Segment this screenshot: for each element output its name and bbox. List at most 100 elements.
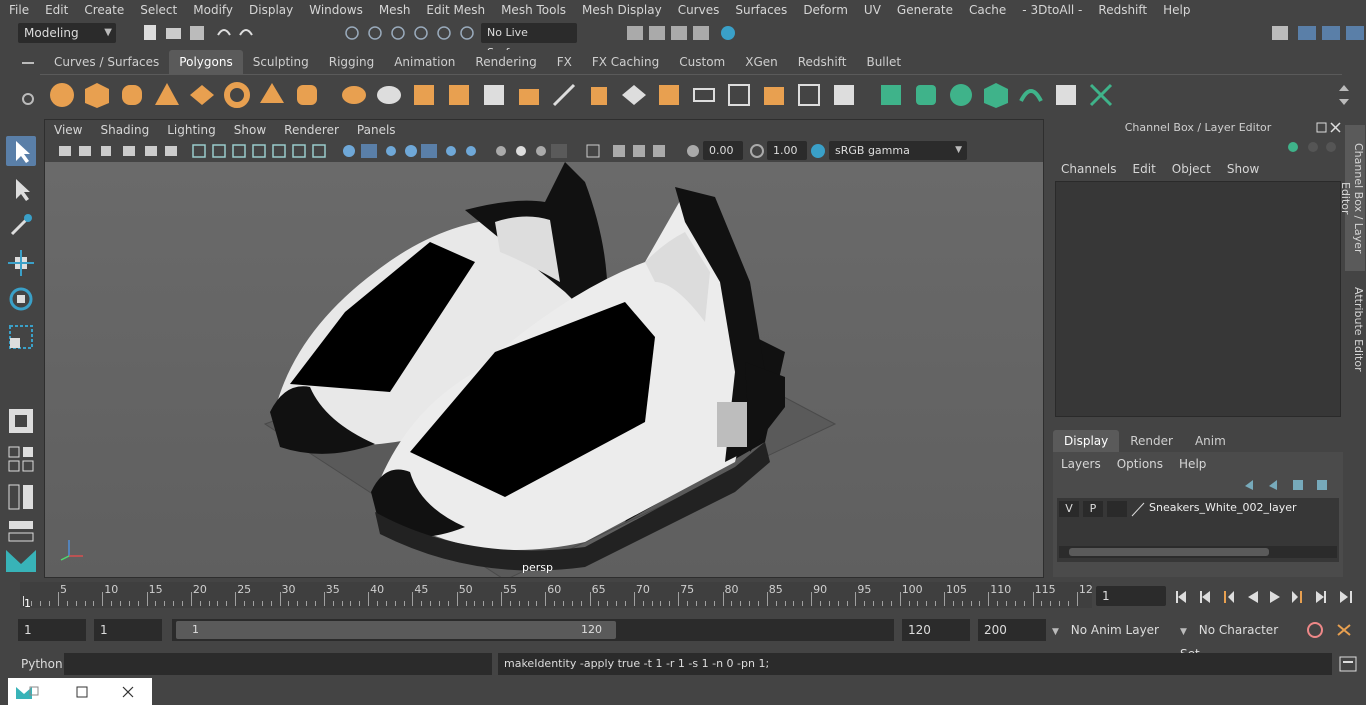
poly-pipe-icon[interactable] [293,81,321,109]
cb-menu-object[interactable]: Object [1164,159,1219,179]
uv-planar-icon[interactable] [877,81,905,109]
tab-bullet[interactable]: Bullet [856,50,912,74]
tab-fx[interactable]: FX [546,50,582,74]
menu-3dtoall[interactable]: - 3DtoAll - [1013,0,1089,20]
tab-polygons[interactable]: Polygons [169,50,243,74]
shelf-scroll-icon[interactable] [1337,81,1351,109]
layer-menu-layers[interactable]: Layers [1053,454,1109,474]
tab-fx-caching[interactable]: FX Caching [581,50,670,74]
panel-float-close-icons[interactable] [1315,121,1343,135]
3d-scene[interactable]: persp [45,162,1043,577]
file-tools-icons[interactable] [140,23,260,43]
tab-custom[interactable]: Custom [669,50,736,74]
command-input[interactable] [64,653,492,675]
poly-cube-icon[interactable] [83,81,111,109]
range-slider-handle[interactable]: 1 120 [176,621,616,639]
time-slider[interactable]: 1 5 10 15 20 25 30 35 40 45 50 55 60 65 70 75 80 85 90 95 1… [20,580,1093,610]
vp-menu-shading[interactable]: Shading [91,120,158,140]
tab-sculpting[interactable]: Sculpting [242,50,319,74]
combine-icon[interactable] [340,81,368,109]
tab-anim[interactable]: Anim [1184,430,1237,452]
bevel-icon[interactable] [585,81,613,109]
uv-icon[interactable] [480,81,508,109]
menu-edit-mesh[interactable]: Edit Mesh [417,0,492,20]
viewport-tool-icons[interactable] [57,142,687,160]
menu-create[interactable]: Create [75,0,131,20]
menu-display[interactable]: Display [240,0,300,20]
close-icon[interactable] [120,684,136,700]
menu-redshift[interactable]: Redshift [1089,0,1154,20]
layer-menu-help[interactable]: Help [1171,454,1214,474]
layer-display-type-toggle[interactable] [1107,501,1127,517]
anim-prefs-icons[interactable] [1306,621,1362,639]
uv-cylindrical-icon[interactable] [912,81,940,109]
gamma-field[interactable]: 1.00 [767,141,807,160]
separate-icon[interactable] [375,81,403,109]
menu-mesh-tools[interactable]: Mesh Tools [492,0,573,20]
menu-deform[interactable]: Deform [794,0,855,20]
tab-xgen[interactable]: XGen [735,50,788,74]
menu-mesh[interactable]: Mesh [370,0,418,20]
layer-menu-options[interactable]: Options [1109,454,1171,474]
playback-end-field[interactable]: 120 [902,619,970,641]
perspective-viewport[interactable]: View Shading Lighting Show Renderer Pane… [44,119,1044,578]
menu-windows[interactable]: Windows [300,0,370,20]
playback-start-field[interactable]: 1 [94,619,162,641]
vp-menu-renderer[interactable]: Renderer [275,120,348,140]
workspace-dropdown[interactable]: Modeling ▼ [18,23,116,43]
menu-modify[interactable]: Modify [184,0,240,20]
select-tool-icon[interactable] [6,136,36,166]
poly-cone-icon[interactable] [153,81,181,109]
script-editor-icon[interactable] [1338,655,1358,673]
menu-help[interactable]: Help [1154,0,1197,20]
uv-cut-sew-icon[interactable] [1017,81,1045,109]
menu-generate[interactable]: Generate [888,0,960,20]
menu-cache[interactable]: Cache [960,0,1013,20]
selection-mask-icons[interactable] [340,23,480,43]
menu-file[interactable]: File [0,0,36,20]
color-space-dropdown[interactable]: sRGB gamma ▼ [829,141,967,160]
tab-render[interactable]: Render [1119,430,1184,452]
poly-sphere-icon[interactable] [48,81,76,109]
layer-playback-toggle[interactable]: P [1083,501,1103,517]
append-icon[interactable] [725,81,753,109]
tab-redshift[interactable]: Redshift [787,50,857,74]
poly-cylinder-icon[interactable] [118,81,146,109]
fill-hole-icon[interactable] [760,81,788,109]
scale-tool-icon[interactable] [6,322,36,352]
menu-curves[interactable]: Curves [669,0,727,20]
tab-curves-surfaces[interactable]: Curves / Surfaces [44,50,170,74]
bridge-icon[interactable] [550,81,578,109]
poly-torus-icon[interactable] [223,81,251,109]
collapse-icon[interactable] [830,81,858,109]
snap-toggle-icon[interactable] [6,406,36,436]
multi-cut-icon[interactable] [620,81,648,109]
playback-buttons[interactable] [1174,588,1366,606]
tab-animation[interactable]: Animation [384,50,466,74]
anim-layer-dropdown[interactable]: ▼ No Anim Layer [1052,619,1164,641]
layer-visibility-toggle[interactable]: V [1059,501,1079,517]
uv-auto-icon[interactable] [982,81,1010,109]
scene-end-field[interactable]: 200 [978,619,1046,641]
rotate-tool-icon[interactable] [6,284,36,314]
tab-attribute-editor[interactable]: Attribute Editor [1345,284,1365,374]
menu-edit[interactable]: Edit [36,0,75,20]
single-pane-icon[interactable] [6,444,36,474]
uv-layout-icon[interactable] [1087,81,1115,109]
character-set-dropdown[interactable]: ▼ No Character Set [1180,619,1300,661]
maya-window-icon[interactable] [14,683,40,700]
layer-color-icon[interactable] [1130,501,1146,517]
vp-menu-show[interactable]: Show [225,120,275,140]
vp-menu-lighting[interactable]: Lighting [158,120,225,140]
layer-name[interactable]: Sneakers_White_002_layer [1149,501,1297,514]
vp-menu-panels[interactable]: Panels [348,120,405,140]
vp-menu-view[interactable]: View [45,120,91,140]
uv-checker-icon[interactable] [1052,81,1080,109]
tab-channel-box[interactable]: Channel Box / Layer Editor [1339,125,1365,271]
cb-menu-edit[interactable]: Edit [1125,159,1164,179]
menu-select[interactable]: Select [131,0,184,20]
scene-start-field[interactable]: 1 [18,619,86,641]
panel-layout-icons[interactable] [1270,23,1366,43]
cb-menu-show[interactable]: Show [1219,159,1267,179]
menu-mesh-display[interactable]: Mesh Display [573,0,669,20]
